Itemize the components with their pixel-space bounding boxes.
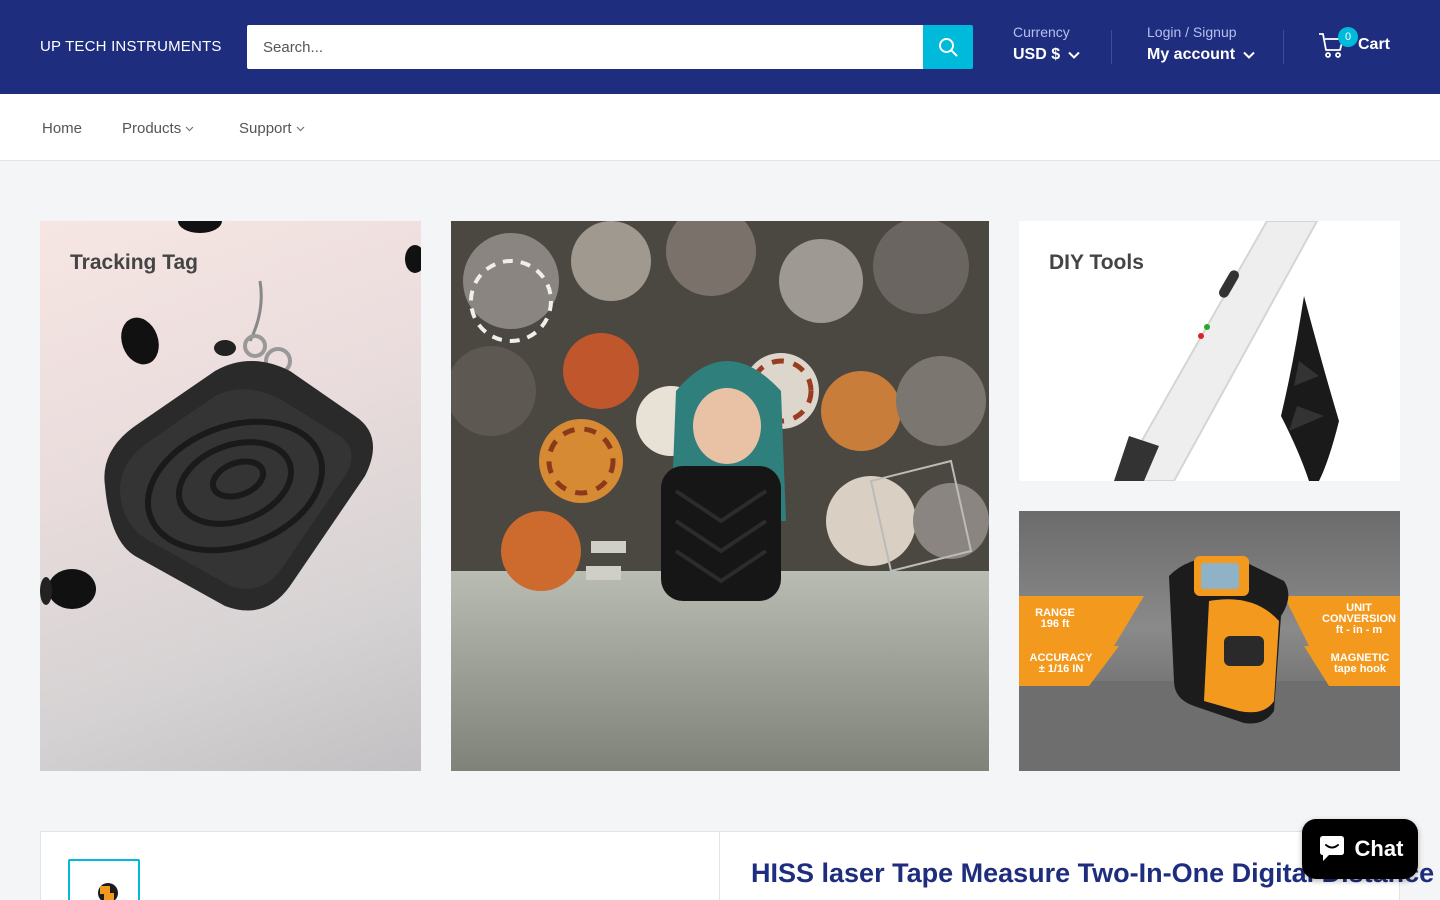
cart-label: Cart [1358, 36, 1391, 53]
chevron-down-icon [296, 126, 304, 131]
currency-label: Currency [1013, 24, 1070, 40]
chevron-down-icon [1068, 51, 1080, 59]
product-thumbnail[interactable] [68, 859, 140, 900]
chat-button[interactable]: Chat [1302, 819, 1418, 879]
tape-feature-range: RANGE 196 ft [1035, 607, 1075, 630]
promo-title: Tracking Tag [70, 251, 198, 274]
store-logo[interactable]: UP TECH INSTRUMENTS [40, 38, 222, 55]
tape-feature-unit-conversion: UNIT CONVERSION ft - in - m [1322, 602, 1396, 636]
tape-feature-magnetic-hook: MAGNETIC tape hook [1330, 652, 1390, 675]
featured-scene-image [451, 221, 989, 771]
cart-count-badge: 0 [1338, 27, 1358, 47]
promo-title: DIY Tools [1049, 251, 1144, 274]
currency-selector[interactable]: Currency USD $ [1013, 24, 1080, 64]
nav-item-label: Products [122, 120, 182, 137]
search-button[interactable] [923, 25, 973, 69]
chat-label: Chat [1354, 836, 1404, 861]
search-input[interactable] [247, 25, 923, 69]
header-divider [1283, 30, 1284, 64]
tracking-tag-image [40, 221, 421, 611]
header-divider [1111, 30, 1112, 64]
promo-laser-tape-measure[interactable]: RANGE 196 ft ACCURACY ± 1/16 IN UNIT CON… [1019, 511, 1400, 771]
currency-value: USD $ [1013, 46, 1061, 63]
nav-item-label: Home [42, 120, 83, 137]
tape-measure-thumbnail-icon [98, 883, 118, 900]
nav-item-label: Support [239, 120, 292, 137]
nav-item-products[interactable]: Products [122, 120, 194, 137]
search-bar [247, 25, 973, 69]
chevron-down-icon [1243, 51, 1255, 59]
account-menu[interactable]: Login / Signup My account [1147, 24, 1255, 64]
nav-item-home[interactable]: Home [42, 120, 82, 137]
chevron-down-icon [185, 126, 194, 131]
cart-button[interactable]: 0 Cart [1318, 27, 1391, 60]
promo-featured-image[interactable] [451, 221, 989, 771]
tape-measure-image [1019, 556, 1400, 771]
nav-item-support[interactable]: Support [239, 120, 305, 137]
search-icon [939, 38, 958, 57]
header: UP TECH INSTRUMENTS Currency USD $ Login… [0, 0, 1440, 94]
promo-diy-tools[interactable]: DIY Tools [1019, 221, 1400, 481]
tape-feature-accuracy: ACCURACY ± 1/16 IN [1029, 652, 1093, 675]
promo-tracking-tag[interactable]: Tracking Tag [40, 221, 421, 771]
chat-bubble-icon [1319, 836, 1344, 861]
product-divider [719, 832, 720, 900]
my-account-label: My account [1147, 46, 1236, 63]
main-nav: Home Products Support [0, 94, 1440, 161]
login-signup-link[interactable]: Login / Signup [1147, 24, 1255, 40]
product-section: HISS laser Tape Measure Two-In-One Digit… [40, 831, 1434, 900]
